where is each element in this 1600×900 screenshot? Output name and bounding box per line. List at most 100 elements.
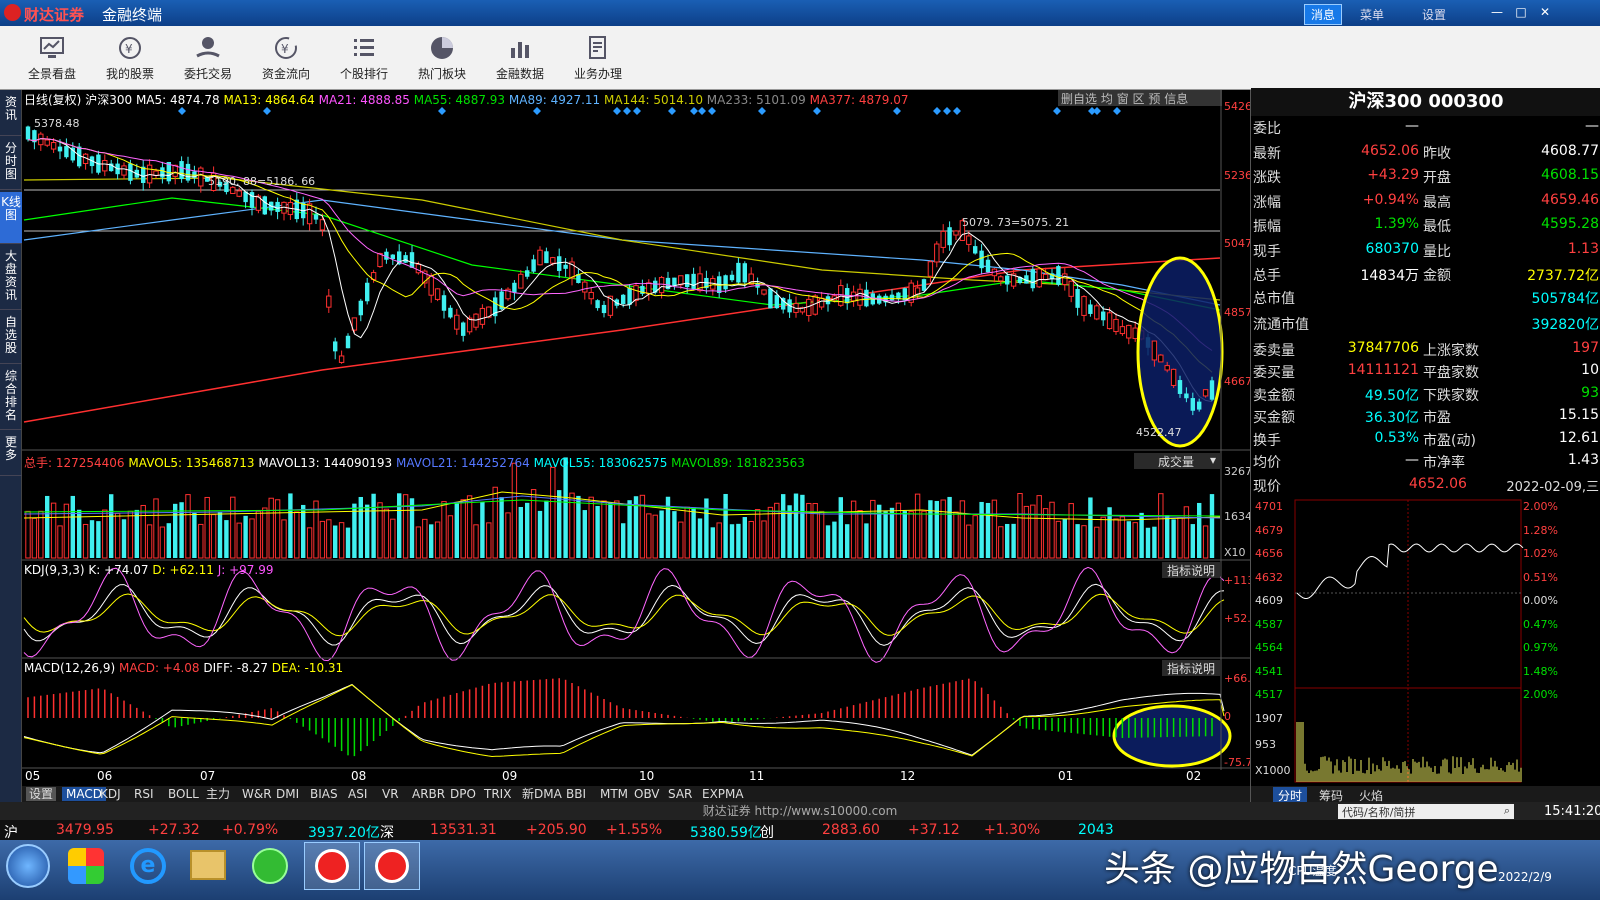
volume-bar [761,520,767,559]
folder-icon[interactable] [190,850,226,880]
volume-bar [249,518,255,559]
candle-body [818,297,825,308]
volume-bar [684,506,690,559]
candle-body [249,192,255,208]
settings-button[interactable]: 设置 [1422,6,1446,23]
indicator-tab-boll[interactable]: BOLL [168,787,199,801]
ticker-cy-price: 2883.60 [822,822,880,838]
volume-bar [857,510,863,559]
macd-help-button[interactable]: 指标说明 [1162,660,1220,676]
toolbar-money-flow[interactable]: ¥ 资金流向 [248,30,324,86]
quote-label-2: 最低 [1423,219,1451,235]
volume-bar [166,523,171,558]
ie-browser-icon[interactable]: e [130,848,166,884]
candle-body [685,274,690,288]
taskbar-app-active-1[interactable] [304,842,360,890]
maximize-icon[interactable]: □ [1514,5,1528,19]
candlestick-group [25,125,1151,364]
volume-tick: 3267 [1224,465,1252,478]
taskbar-app-active-2[interactable] [364,842,420,890]
signal-diamond [438,107,446,115]
volume-bar [845,524,850,558]
volume-bar [979,501,984,558]
volume-bar [1158,493,1164,559]
indicator-tab-trix[interactable]: TRIX [484,787,511,801]
green-app-icon[interactable] [252,848,288,884]
tab-intraday[interactable]: 分时图 [0,138,22,190]
indicator-tab-bbi[interactable]: BBI [566,787,586,801]
indicator-tab-dmi[interactable]: DMI [276,787,299,801]
candle-body [409,252,415,268]
start-button-icon[interactable] [6,844,50,888]
legend-kdj-j: J: +97.99 [217,563,274,577]
message-button[interactable]: 消息 [1304,4,1343,25]
toolbar-services[interactable]: 业务办理 [560,30,636,86]
menu-button[interactable]: 菜单 [1360,6,1384,23]
volume-bar [397,493,402,558]
quote-value: 37847706 [1347,340,1419,356]
indicator-tab-expma[interactable]: EXPMA [702,787,744,801]
mini-pct-tick: 2.00% [1523,500,1558,513]
legend-kdj-k: K: +74.07 [88,563,149,577]
indicator-tab-bias[interactable]: BIAS [310,787,338,801]
quote-row: 委比 — — [1253,118,1599,142]
indicator-tab-sar[interactable]: SAR [668,787,692,801]
tab-market-news[interactable]: 大盘资讯 [0,246,22,310]
volume-bar [557,490,562,558]
minimize-icon[interactable]: — [1490,5,1504,19]
volume-bar [1183,506,1190,559]
mini-pct-tick: 1.48% [1523,664,1558,678]
mini-volume-tick: 953 [1255,738,1276,751]
toolbar-my-stocks[interactable]: ¥ 我的股票 [92,30,168,86]
tab-news[interactable]: 资讯 [0,92,22,136]
broker-app-icon [315,849,349,883]
volume-bar [185,494,191,559]
volume-bar [63,503,70,559]
main-toolbar: 全景看盘 ¥ 我的股票 委托交易 ¥ 资金流向 个股排行 热门板块 金融数据 业务办… [0,26,1600,90]
indicator-tab-[interactable]: 设置 [26,787,57,801]
volume-bar [1017,493,1023,559]
tab-kline[interactable]: K线图 [0,192,22,244]
volume-indicator-select[interactable]: 成交量 ▾ [1134,453,1220,469]
indicator-tab-[interactable]: 主力 [206,787,230,801]
indicator-tab-dma[interactable]: 新DMA [522,787,562,801]
kline-chart-area[interactable]: 日线(复权) 沪深300 MA5: 4874.78 MA13: 4864.64 … [22,90,1265,802]
tab-more[interactable]: 更多 [0,432,22,476]
code-search-input[interactable]: 代码/名称/简拼 ⌕ [1338,804,1514,819]
signal-diamond [633,107,641,115]
quote-label-2: 昨收 [1423,145,1451,162]
tab-ranking[interactable]: 综合排名 [0,366,22,430]
app-icon-1[interactable] [68,848,104,884]
volume-bar [754,509,761,559]
volume-bar [716,522,722,559]
indicator-tab-asi[interactable]: ASI [348,787,367,801]
indicator-tab-arbr[interactable]: ARBR [412,787,445,801]
toolbar-label: 全景看盘 [27,67,76,81]
quote-label: 委比 [1253,121,1281,137]
toolbar-stock-ranking[interactable]: 个股排行 [326,30,402,86]
candle-body [812,295,818,315]
toolbar-overview[interactable]: 全景看盘 [14,30,90,86]
indicator-tab-dpo[interactable]: DPO [450,787,476,801]
legend-mavol21: MAVOL21: 144252764 [395,456,530,470]
index-ticker: 沪 3479.95 +27.32 +0.79% 3937.20亿 深 13531… [0,822,1600,841]
kdj-help-button[interactable]: 指标说明 [1162,562,1220,578]
indicator-tab-rsi[interactable]: RSI [134,787,154,801]
candle-body [461,322,466,336]
indicator-tab-mtm[interactable]: MTM [600,787,628,801]
close-icon[interactable]: ✕ [1538,5,1552,19]
toolbar-finance-data[interactable]: 金融数据 [482,30,558,86]
indicator-tab-kdj[interactable]: KDJ [100,787,121,801]
indicator-tab-wr[interactable]: W&R [242,787,272,801]
toolbar-trade[interactable]: 委托交易 [170,30,246,86]
volume-bar [319,520,326,559]
quote-label: 现手 [1253,243,1281,260]
tab-watchlist[interactable]: 自选股 [0,312,22,364]
indicator-tab-obv[interactable]: OBV [634,787,660,801]
ticker-sh-price: 3479.95 [56,822,114,838]
indicator-tab-vr[interactable]: VR [382,787,399,801]
toolbar-label: 资金流向 [261,67,310,81]
toolbar-hot-sectors[interactable]: 热门板块 [404,30,480,86]
ticker-sh-pct: +0.79% [222,822,279,838]
volume-bar [224,520,229,558]
